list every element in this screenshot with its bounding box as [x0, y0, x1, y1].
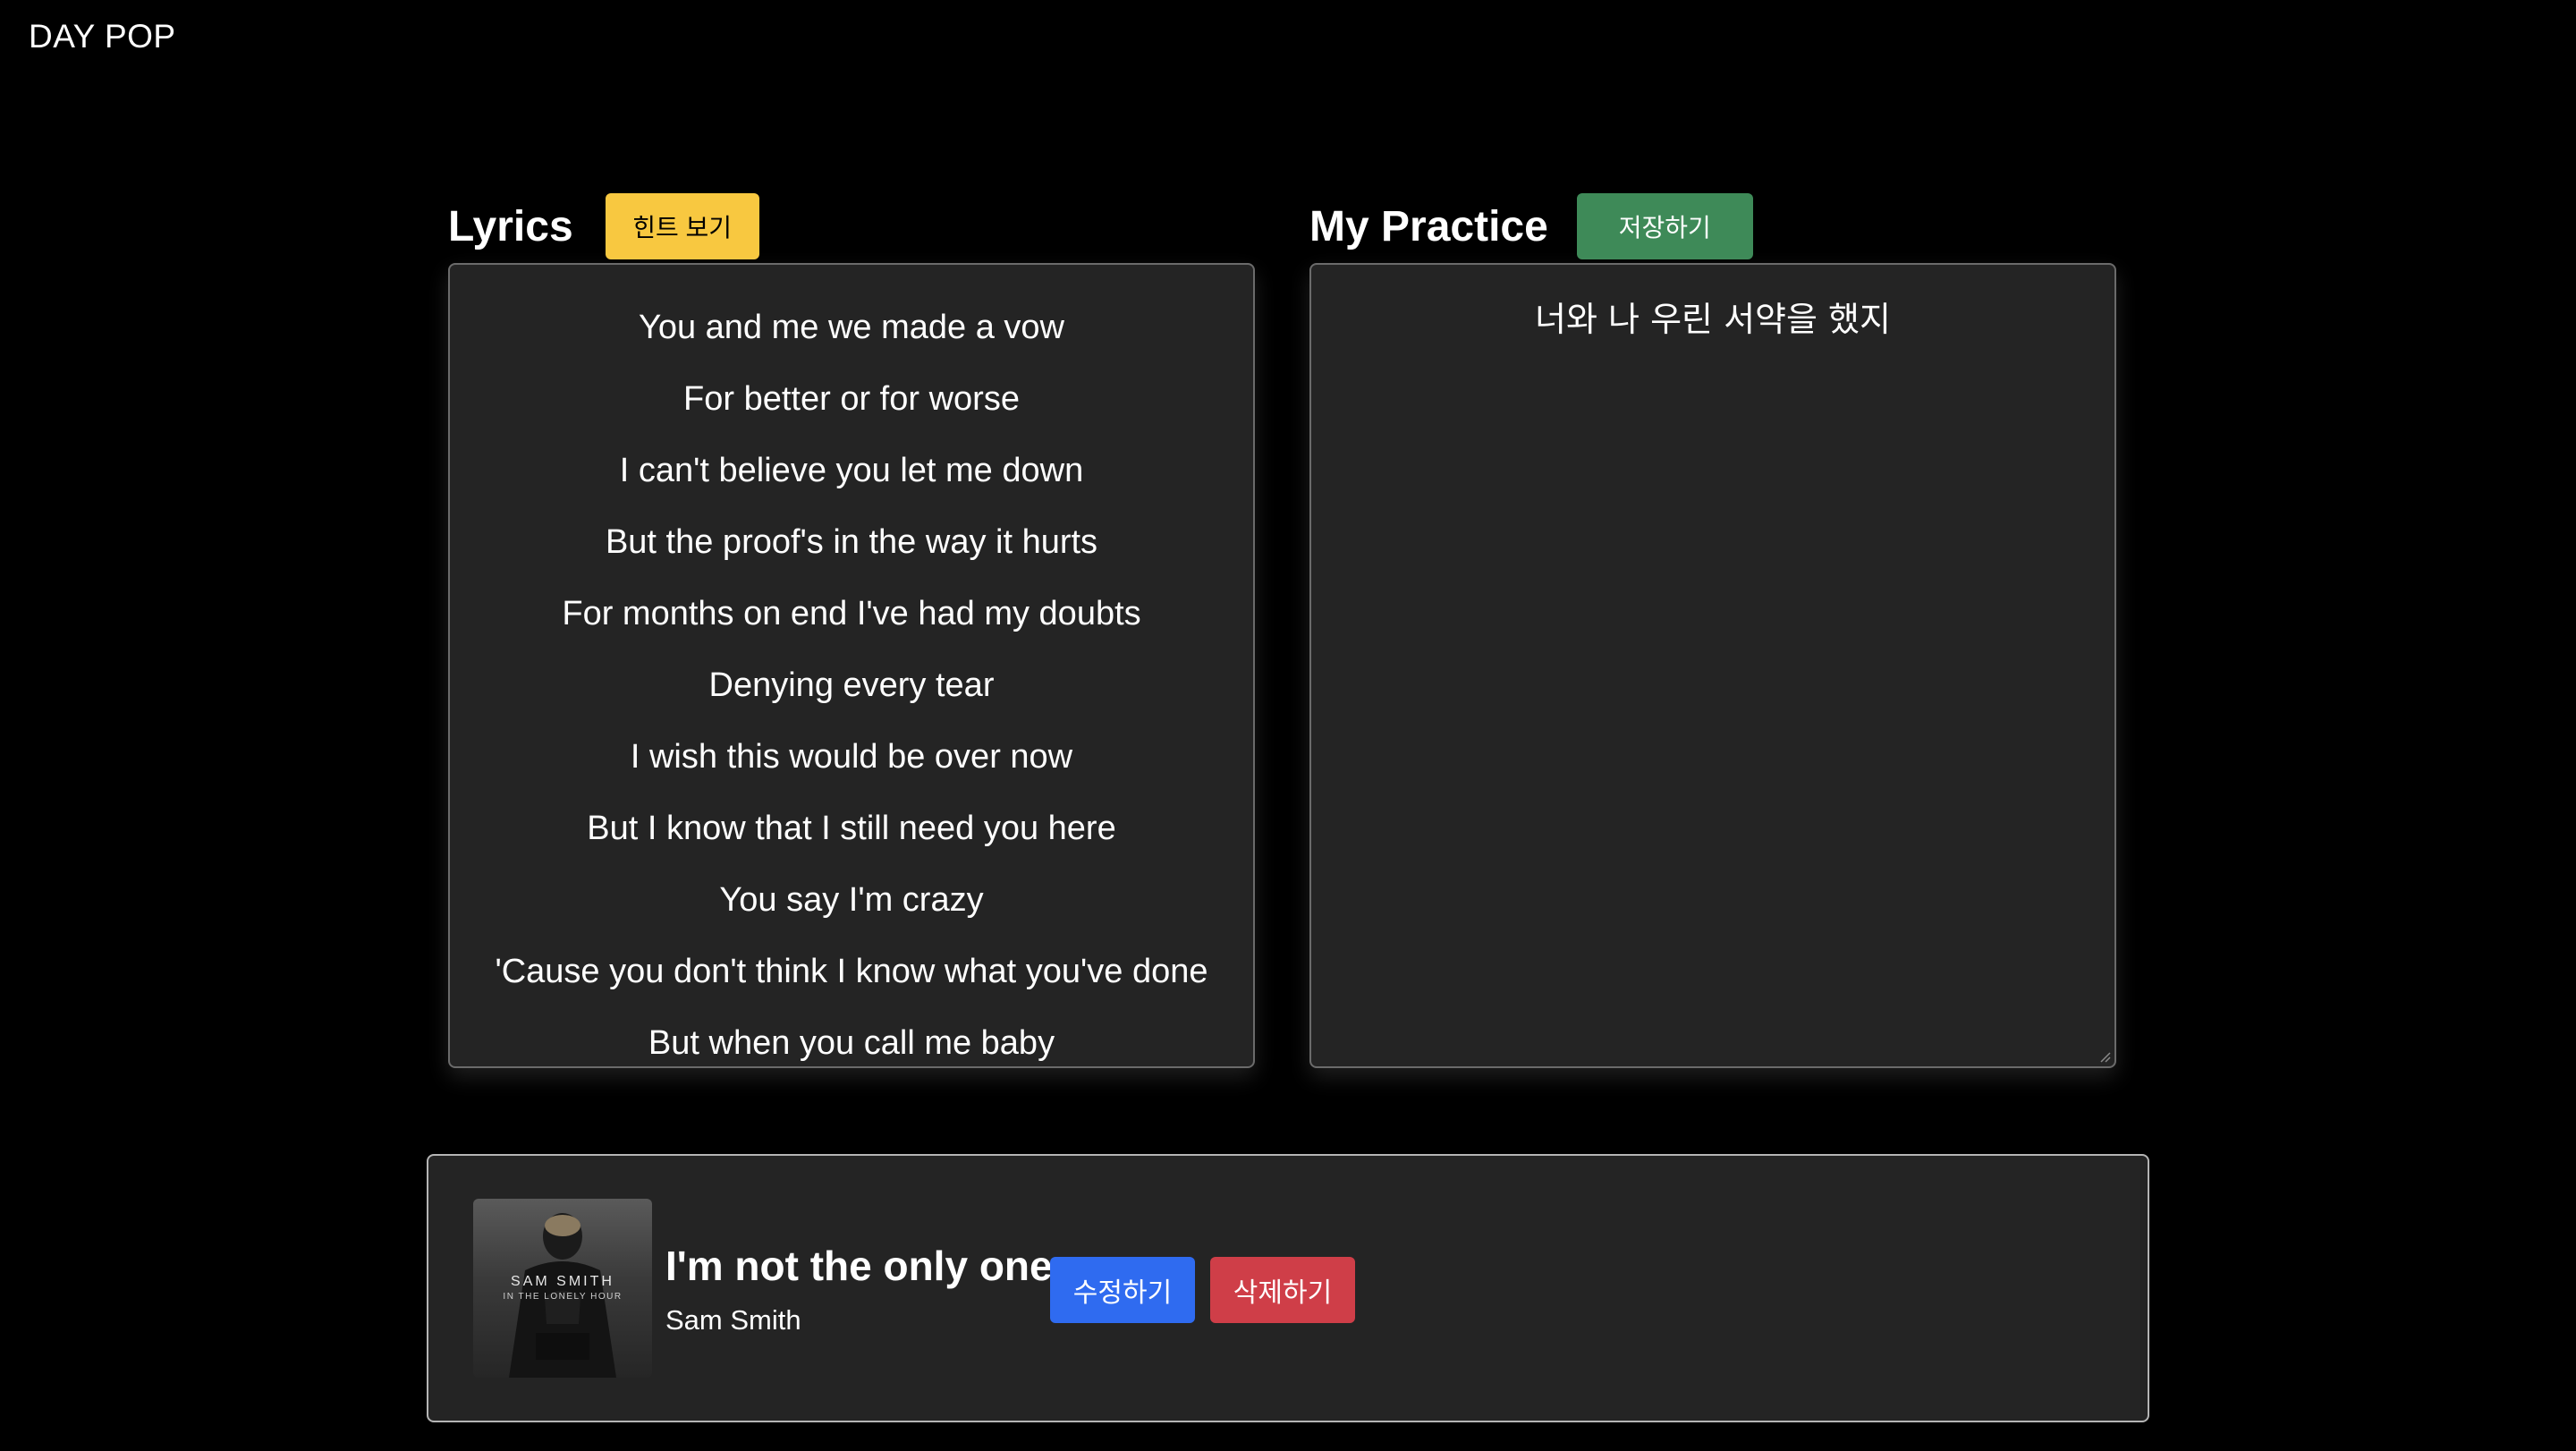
album-cover-image: SAM SMITH IN THE LONELY HOUR [473, 1199, 652, 1378]
edit-button[interactable]: 수정하기 [1050, 1257, 1195, 1323]
song-card: SAM SMITH IN THE LONELY HOUR I'm not the… [427, 1154, 2149, 1422]
practice-title: My Practice [1309, 202, 1548, 250]
lyric-line: But I know that I still need you here [587, 810, 1116, 847]
lyric-line: But when you call me baby [648, 1024, 1055, 1062]
lyrics-title: Lyrics [448, 202, 573, 250]
practice-header: My Practice 저장하기 [1309, 193, 1753, 259]
song-title: I'm not the only one [665, 1243, 1053, 1289]
lyric-line: You say I'm crazy [719, 881, 984, 919]
lyrics-header: Lyrics 힌트 보기 [448, 193, 759, 259]
lyric-line: But the proof's in the way it hurts [605, 523, 1098, 561]
save-button[interactable]: 저장하기 [1576, 193, 1753, 259]
lyrics-panel[interactable]: You and me we made a vow For better or f… [448, 263, 1255, 1068]
resize-handle-icon[interactable] [2097, 1048, 2111, 1063]
lyric-line: Denying every tear [708, 666, 995, 704]
lyric-line: I can't believe you let me down [619, 452, 1084, 489]
lyric-line: For months on end I've had my doubts [562, 595, 1141, 632]
practice-panel [1309, 263, 2116, 1068]
song-artist: Sam Smith [665, 1304, 801, 1336]
hint-button[interactable]: 힌트 보기 [605, 193, 759, 259]
lyric-line: I wish this would be over now [630, 738, 1073, 776]
album-cover-title: SAM SMITH [511, 1274, 614, 1289]
lyric-line: You and me we made a vow [638, 309, 1064, 346]
lyric-line: For better or for worse [683, 380, 1020, 418]
album-cover-subtitle: IN THE LONELY HOUR [503, 1292, 623, 1302]
delete-button[interactable]: 삭제하기 [1210, 1257, 1355, 1323]
lyric-line: 'Cause you don't think I know what you'v… [495, 953, 1208, 990]
brand-logo[interactable]: DAY POP [29, 18, 176, 55]
practice-textarea[interactable] [1311, 265, 2114, 1066]
